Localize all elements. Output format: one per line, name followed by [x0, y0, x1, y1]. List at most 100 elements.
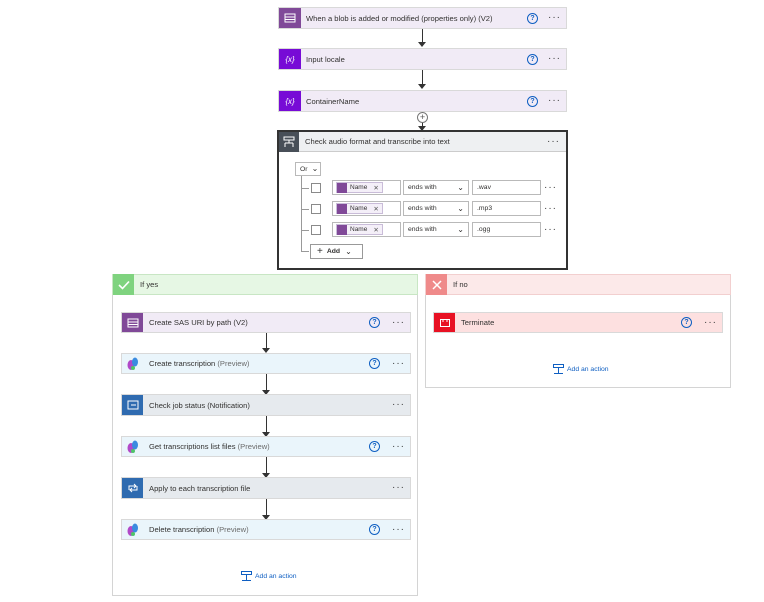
blob-token-icon: [337, 224, 347, 235]
apply-to-each-card[interactable]: Apply to each transcription file ···: [121, 477, 411, 499]
operator-label: Or: [300, 165, 308, 173]
add-action-label: Add an action: [567, 365, 609, 373]
chevron-down-icon: ⌄: [311, 164, 319, 173]
condition-title: Check audio format and transcribe into t…: [305, 137, 450, 146]
input-locale-help-icon[interactable]: ?: [527, 53, 538, 65]
row-more-icon[interactable]: ···: [544, 183, 557, 193]
operator-select[interactable]: ends with ⌄: [403, 201, 469, 216]
value-input[interactable]: .mp3: [472, 201, 541, 216]
more-icon[interactable]: ···: [392, 483, 405, 493]
help-icon[interactable]: ?: [369, 524, 380, 535]
row-checkbox[interactable]: [311, 204, 321, 214]
action-subtitle: (Preview): [217, 359, 250, 368]
more-icon[interactable]: ···: [392, 524, 405, 534]
more-icon[interactable]: ···: [704, 317, 717, 327]
create-sas-uri-card[interactable]: Create SAS URI by path (V2) ? ···: [121, 312, 411, 333]
container-name-title: ContainerName: [306, 96, 360, 106]
chevron-down-icon: ⌄: [457, 182, 464, 192]
delete-transcription-card[interactable]: Delete transcription (Preview) ? ···: [121, 519, 411, 540]
condition-more-icon[interactable]: ···: [547, 136, 560, 146]
more-icon[interactable]: ···: [392, 317, 405, 327]
trigger-help-icon[interactable]: ?: [527, 12, 538, 24]
if-yes-header[interactable]: If yes: [112, 274, 418, 295]
action-title-text: Get transcriptions list files: [149, 442, 236, 451]
operator-dropdown[interactable]: Or ⌄: [295, 162, 321, 176]
insert-step-plus-icon[interactable]: +: [417, 112, 428, 123]
row-left-field[interactable]: Name ✕: [332, 180, 401, 195]
operator-select[interactable]: ends with ⌄: [403, 180, 469, 195]
help-icon[interactable]: ?: [369, 441, 380, 452]
operator-select[interactable]: ends with ⌄: [403, 222, 469, 237]
value-text: .mp3: [477, 205, 493, 212]
action-subtitle: (Preview): [237, 442, 270, 451]
check-mark-icon: [113, 274, 134, 295]
value-input[interactable]: .wav: [472, 180, 541, 195]
row-checkbox[interactable]: [311, 183, 321, 193]
terminate-card[interactable]: Terminate ? ···: [433, 312, 723, 333]
remove-token-icon[interactable]: ✕: [373, 226, 378, 234]
action-title-text: Terminate: [461, 318, 495, 327]
row-left-field[interactable]: Name ✕: [332, 222, 401, 237]
help-icon[interactable]: ?: [369, 317, 380, 328]
row-more-icon[interactable]: ···: [544, 204, 557, 214]
help-icon[interactable]: ?: [369, 358, 380, 369]
action-title: Check job status (Notification): [149, 401, 380, 410]
remove-token-icon[interactable]: ✕: [373, 184, 378, 192]
container-name-card[interactable]: {x} ContainerName ? ···: [278, 90, 567, 112]
condition-header[interactable]: Check audio format and transcribe into t…: [279, 131, 566, 152]
speech-service-icon: [122, 437, 143, 456]
operator-value: ends with: [408, 184, 437, 191]
container-name-more-icon[interactable]: ···: [548, 96, 561, 106]
add-condition-button[interactable]: + Add ⌄: [310, 244, 363, 259]
operator-value: ends with: [408, 205, 437, 212]
if-yes-add-action-link[interactable]: Add an action: [241, 571, 297, 581]
row-left-field[interactable]: Name ✕: [332, 201, 401, 216]
action-title: Create SAS URI by path (V2): [149, 318, 369, 327]
value-input[interactable]: .ogg: [472, 222, 541, 237]
terminate-icon: [434, 313, 455, 332]
chevron-down-icon: ⌄: [457, 203, 464, 213]
help-icon[interactable]: ?: [681, 317, 692, 328]
row-checkbox[interactable]: [311, 225, 321, 235]
more-icon[interactable]: ···: [392, 441, 405, 451]
blob-storage-icon: [279, 8, 301, 28]
create-transcription-card[interactable]: Create transcription (Preview) ? ···: [121, 353, 411, 374]
action-title-text: Create transcription: [149, 359, 216, 368]
blob-storage-icon: [122, 313, 143, 332]
plus-icon: +: [317, 246, 323, 257]
add-action-icon: [241, 571, 252, 581]
loop-icon: [122, 478, 143, 498]
input-locale-more-icon[interactable]: ···: [548, 54, 561, 64]
if-no-header[interactable]: If no: [425, 274, 731, 295]
action-title: Terminate: [461, 318, 681, 327]
token-label: Name: [350, 226, 368, 233]
get-transcriptions-list-card[interactable]: Get transcriptions list files (Preview) …: [121, 436, 411, 457]
more-icon[interactable]: ···: [392, 400, 405, 410]
trigger-more-icon[interactable]: ···: [548, 13, 561, 23]
if-no-add-action-link[interactable]: Add an action: [553, 364, 609, 374]
blob-token-icon: [337, 182, 347, 193]
check-job-status-card[interactable]: Check job status (Notification) ···: [121, 394, 411, 416]
input-locale-card[interactable]: {x} Input locale ? ···: [278, 48, 567, 70]
container-name-help-icon[interactable]: ?: [527, 95, 538, 107]
name-token[interactable]: Name ✕: [336, 203, 383, 214]
name-token[interactable]: Name ✕: [336, 182, 383, 193]
value-text: .wav: [477, 184, 491, 191]
name-token[interactable]: Name ✕: [336, 224, 383, 235]
chevron-down-icon: ⌄: [345, 246, 352, 256]
more-icon[interactable]: ···: [392, 358, 405, 368]
row-more-icon[interactable]: ···: [544, 225, 557, 235]
value-text: .ogg: [477, 226, 491, 233]
action-title-text: Delete transcription: [149, 525, 215, 534]
action-title: Create transcription (Preview): [149, 359, 369, 368]
token-label: Name: [350, 205, 368, 212]
trigger-card[interactable]: When a blob is added or modified (proper…: [278, 7, 567, 29]
close-icon: [426, 274, 447, 295]
trigger-title: When a blob is added or modified (proper…: [306, 13, 493, 23]
action-subtitle: (Preview): [216, 525, 249, 534]
if-yes-title: If yes: [140, 280, 159, 289]
remove-token-icon[interactable]: ✕: [373, 205, 378, 213]
variable-icon: {x}: [279, 91, 301, 111]
chevron-down-icon: ⌄: [457, 224, 464, 234]
action-title: Get transcriptions list files (Preview): [149, 442, 369, 451]
